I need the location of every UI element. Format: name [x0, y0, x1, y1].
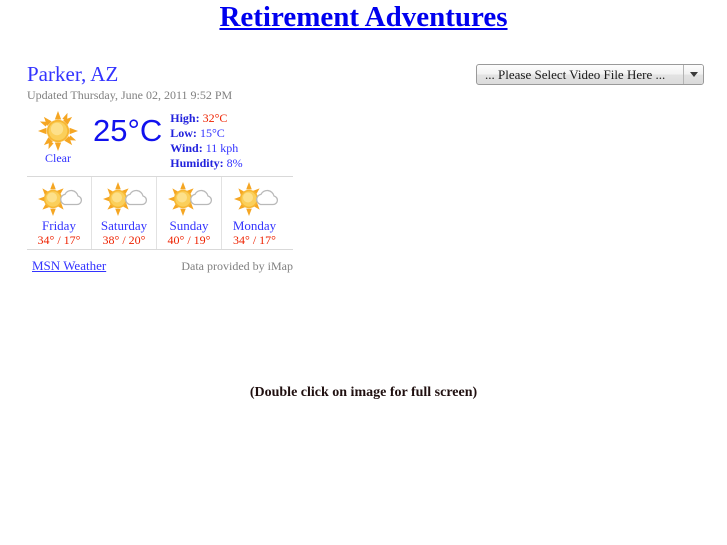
- partly-sunny-icon: [27, 182, 91, 216]
- weather-city: Parker, AZ: [27, 62, 119, 86]
- weather-condition-block: Clear: [27, 109, 89, 165]
- forecast-day-sunday: Sunday 40° / 19°: [157, 177, 222, 249]
- weather-stat-wind: Wind: 11 kph: [170, 141, 242, 156]
- partly-sunny-icon: [92, 182, 156, 216]
- page-title: Retirement Adventures: [219, 1, 508, 33]
- weather-forecast: Friday 34° / 17° Saturday 38° / 20° Sund…: [27, 177, 293, 249]
- forecast-day-saturday: Saturday 38° / 20°: [92, 177, 157, 249]
- msn-weather-link[interactable]: MSN Weather: [32, 258, 106, 274]
- weather-footer: MSN Weather Data provided by iMap: [27, 258, 293, 274]
- weather-widget: Parker, AZ Updated Thursday, June 02, 20…: [27, 62, 293, 274]
- weather-current-conditions: Clear 25°C High: 32°C Low: 15°C Wind: 11…: [27, 109, 293, 171]
- forecast-day-name: Friday: [42, 218, 76, 233]
- weather-data-credit: Data provided by iMap: [181, 259, 293, 273]
- forecast-day-temps: 40° / 19°: [167, 233, 211, 247]
- forecast-day-temps: 34° / 17°: [37, 233, 81, 247]
- weather-stat-high-label: High:: [170, 111, 200, 125]
- weather-stat-humidity: Humidity: 8%: [170, 156, 242, 171]
- weather-divider-bottom: [27, 249, 293, 250]
- video-file-select[interactable]: ... Please Select Video File Here ...: [476, 64, 704, 85]
- weather-condition-label: Clear: [45, 151, 71, 165]
- chevron-down-icon[interactable]: [683, 65, 703, 84]
- weather-current-temperature: 25°C: [93, 113, 163, 148]
- forecast-day-name: Monday: [232, 218, 277, 233]
- partly-sunny-icon: [157, 182, 221, 216]
- video-file-select-value: ... Please Select Video File Here ...: [485, 67, 666, 82]
- fullscreen-hint: (Double click on image for full screen): [249, 385, 478, 400]
- partly-sunny-icon: [222, 182, 287, 216]
- weather-stats: High: 32°C Low: 15°C Wind: 11 kph Humidi…: [170, 109, 242, 171]
- weather-stat-high: High: 32°C: [170, 111, 242, 126]
- weather-stat-wind-label: Wind:: [170, 141, 203, 155]
- weather-stat-humidity-label: Humidity:: [170, 156, 224, 170]
- weather-stat-wind-value: 11 kph: [205, 141, 239, 155]
- sunny-icon: [27, 111, 89, 151]
- forecast-day-name: Saturday: [100, 218, 148, 233]
- forecast-day-name: Sunday: [169, 218, 209, 233]
- forecast-day-temps: 38° / 20°: [102, 233, 146, 247]
- weather-stat-humidity-value: 8%: [226, 156, 243, 170]
- weather-stat-low: Low: 15°C: [170, 126, 242, 141]
- weather-stat-high-value: 32°C: [202, 111, 228, 125]
- weather-stat-low-label: Low:: [170, 126, 197, 140]
- weather-stat-low-value: 15°C: [199, 126, 225, 140]
- forecast-day-temps: 34° / 17°: [233, 233, 276, 247]
- weather-updated-timestamp: Updated Thursday, June 02, 2011 9:52 PM: [27, 88, 233, 102]
- forecast-day-friday: Friday 34° / 17°: [27, 177, 92, 249]
- forecast-day-monday: Monday 34° / 17°: [222, 177, 287, 249]
